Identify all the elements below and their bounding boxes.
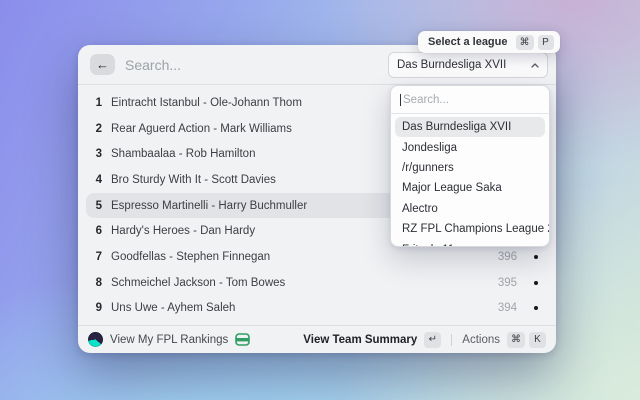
keycap: K [529,332,546,348]
list-card-icon [235,333,250,346]
row-rank: 7 [92,251,102,263]
desktop-background: ← Search... Das Burndesliga XVII 1 Eintra… [0,0,640,400]
row-team-manager: Eintracht Istanbul - Ole-Johann Thom [111,97,302,109]
enter-key-icon: ↵ [424,332,441,348]
row-team-manager: Shambaalaa - Rob Hamilton [111,148,255,160]
row-team-manager: Uns Uwe - Ayhem Saleh [111,302,235,314]
view-team-summary-button[interactable]: View Team Summary [303,334,417,346]
footer-command-label: View My FPL Rankings [110,334,228,346]
league-dropdown-panel: Search... Das Burndesliga XVIIJondesliga… [390,85,550,247]
league-option[interactable]: Major League Saka [395,178,545,198]
league-selector-value: Das Burndesliga XVII [397,59,506,71]
movement-dot-icon [534,306,538,310]
row-team-manager: Espresso Martinelli - Harry Buchmuller [111,200,307,212]
row-rank: 5 [92,200,102,212]
table-row[interactable]: 9 Uns Uwe - Ayhem Saleh 394 [86,296,548,322]
tooltip-label: Select a league [428,36,508,48]
tooltip-keys: ⌘P [516,35,554,50]
back-button[interactable]: ← [90,54,115,75]
main-search-input[interactable]: Search... [125,57,181,73]
league-options-list: Das Burndesliga XVIIJondesliga/r/gunners… [391,114,549,247]
row-rank: 3 [92,148,102,160]
row-rank: 9 [92,302,102,314]
keycap: ⌘ [507,332,525,348]
chevron-up-icon [531,63,539,68]
row-rank: 1 [92,97,102,109]
actions-button[interactable]: Actions [462,334,500,346]
text-cursor [400,94,401,106]
row-points: 395 [498,277,517,289]
league-option[interactable]: RZ FPL Champions League 22/23 [395,219,545,239]
league-option[interactable]: /r/gunners [395,158,545,178]
keycap: P [538,35,554,50]
row-points: 396 [498,251,517,263]
league-option[interactable]: Das Burndesliga XVII [395,117,545,137]
row-team-manager: Goodfellas - Stephen Finnegan [111,251,270,263]
row-team-manager: Schmeichel Jackson - Tom Bowes [111,277,285,289]
table-row[interactable]: 8 Schmeichel Jackson - Tom Bowes 395 [86,270,548,296]
league-search-placeholder: Search... [403,94,449,106]
row-rank: 8 [92,277,102,289]
movement-dot-icon [534,255,538,259]
row-team-manager: Hardy's Heroes - Dan Hardy [111,225,255,237]
select-league-tooltip: Select a league ⌘P [418,31,560,53]
keycap: ⌘ [516,35,534,50]
row-points: 394 [498,302,517,314]
actions-keys: ⌘K [507,332,546,348]
league-option[interactable]: Alectro [395,199,545,219]
footer: View My FPL Rankings View Team Summary ↵… [78,325,556,353]
row-team-manager: Bro Sturdy With It - Scott Davies [111,174,276,186]
league-dropdown-search[interactable]: Search... [391,86,549,114]
footer-divider [451,334,452,346]
league-selector-button[interactable]: Das Burndesliga XVII [388,52,548,78]
row-rank: 4 [92,174,102,186]
row-team-manager: Rear Aguerd Action - Mark Williams [111,123,292,135]
table-row[interactable]: 7 Goodfellas - Stephen Finnegan 396 [86,244,548,270]
row-rank: 2 [92,123,102,135]
footer-actions: View Team Summary ↵ Actions ⌘K [303,332,546,348]
fpl-app-icon [88,332,103,347]
league-option[interactable]: Fritzels 11 [395,239,545,247]
movement-dot-icon [534,281,538,285]
row-rank: 6 [92,225,102,237]
league-option[interactable]: Jondesliga [395,137,545,157]
back-arrow-icon: ← [96,57,109,72]
